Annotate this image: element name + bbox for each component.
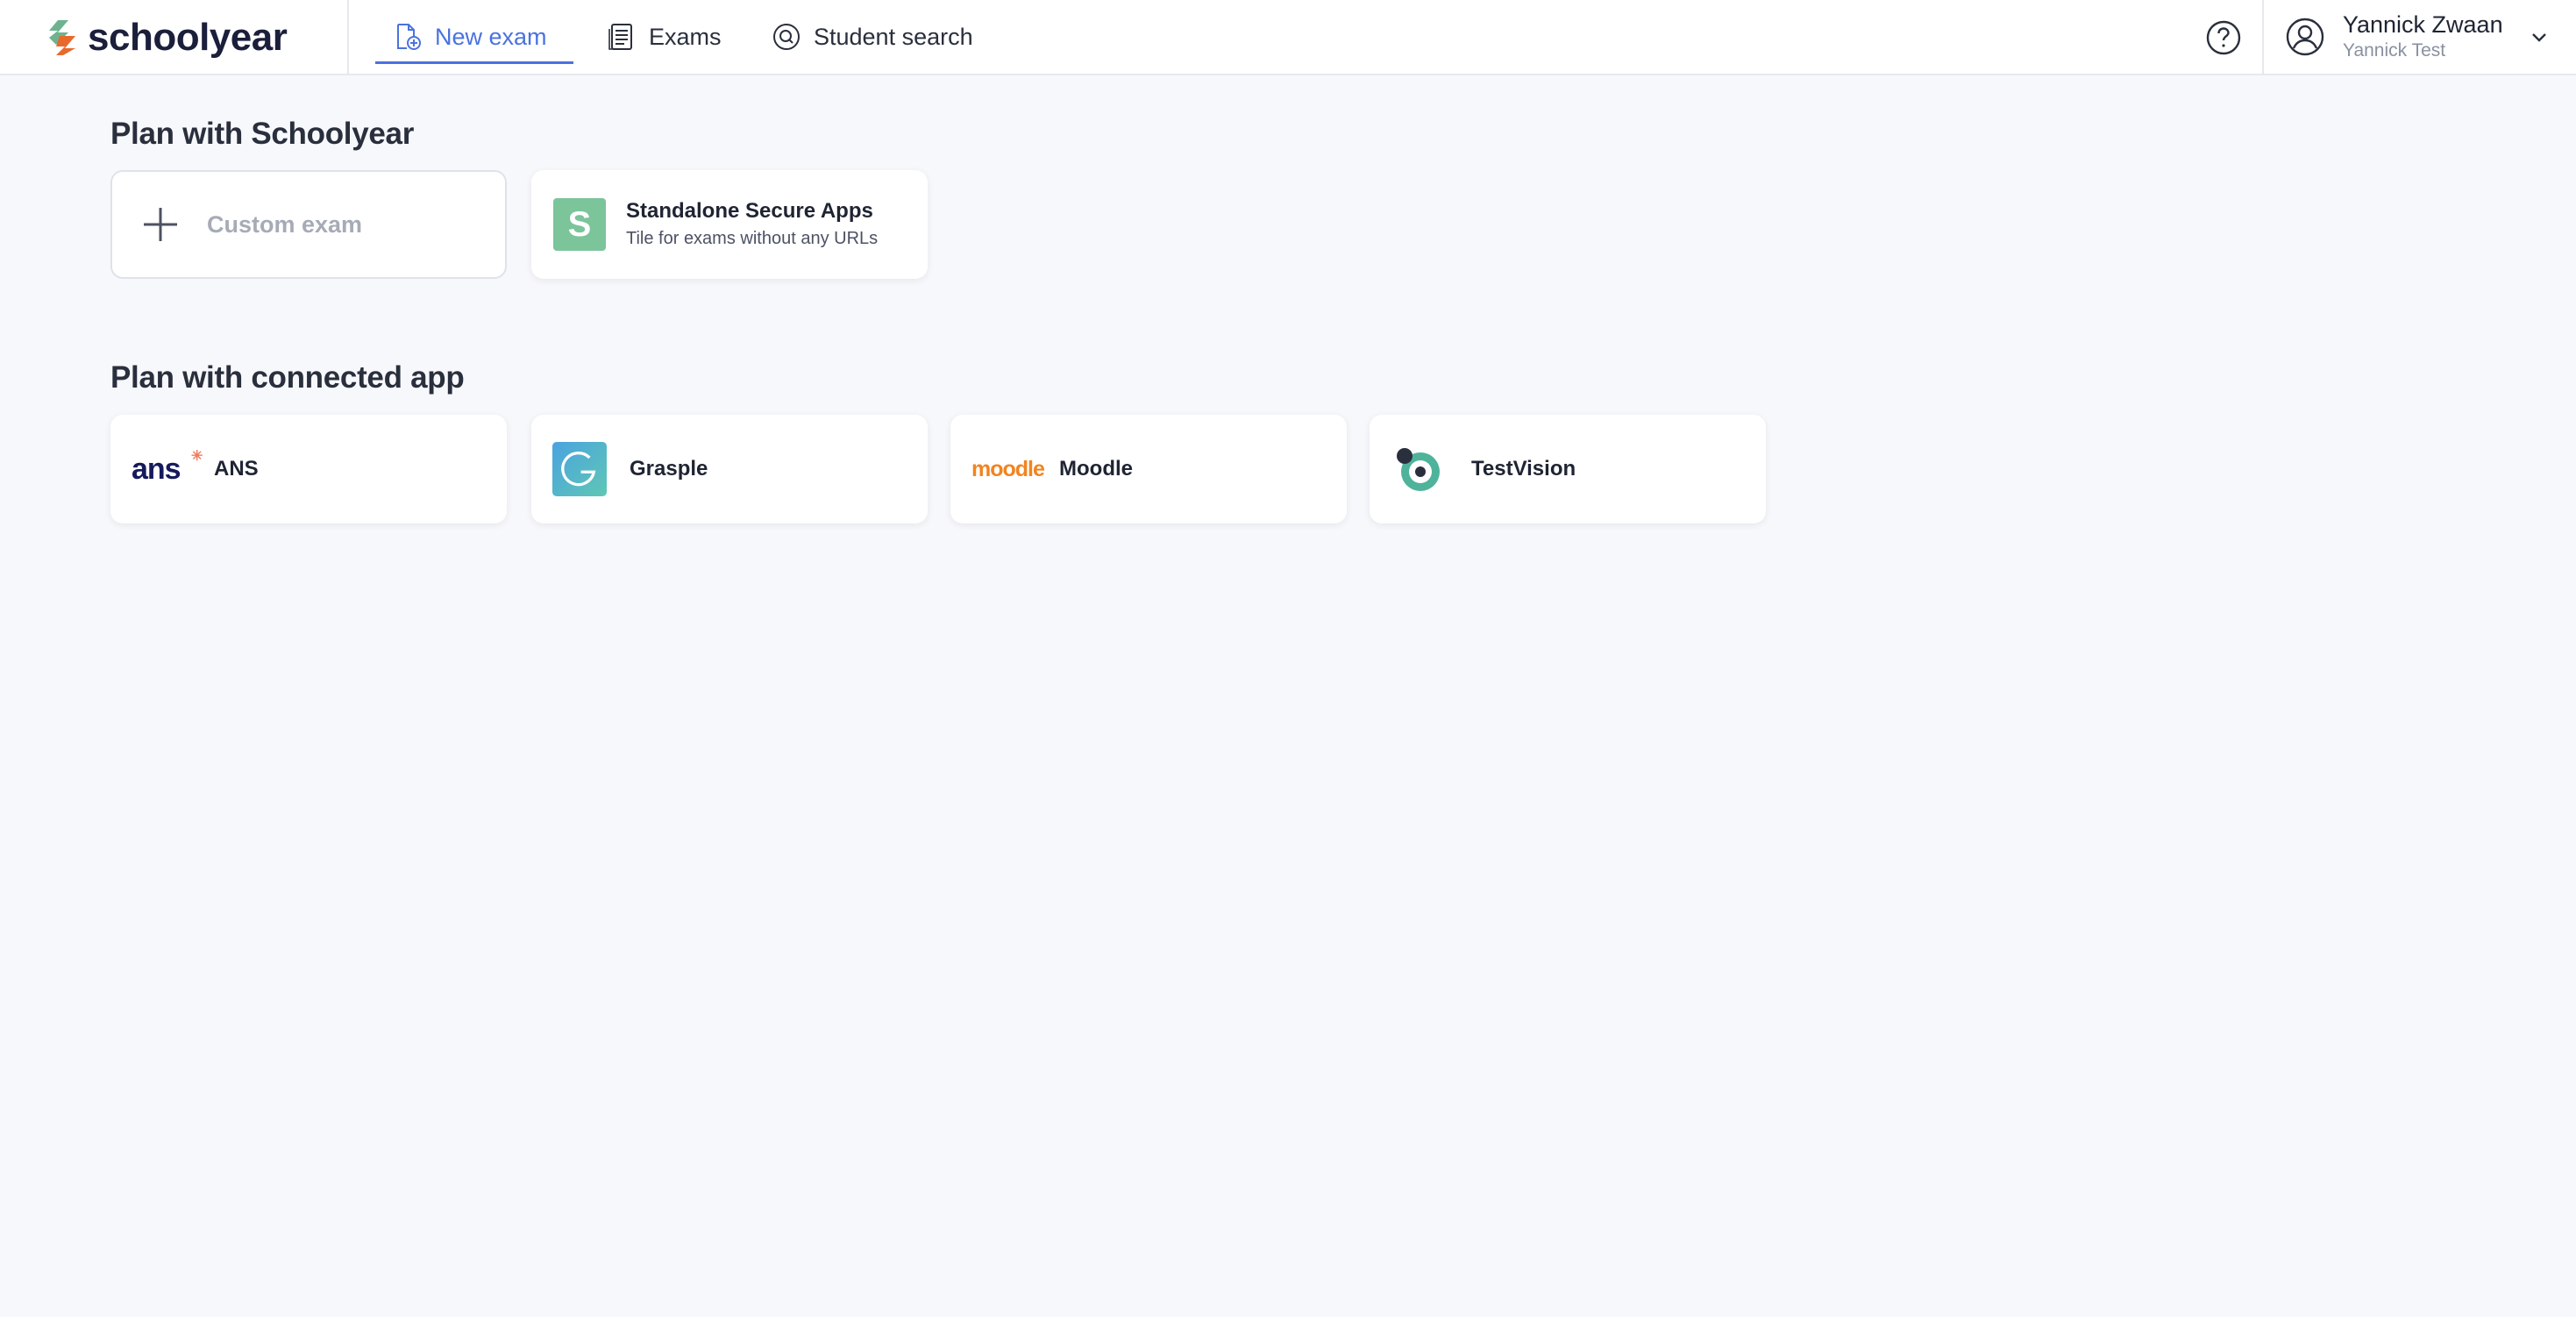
- schoolyear-logo-mark-icon: [49, 20, 75, 55]
- nav-student-search-label: Student search: [814, 23, 973, 50]
- ans-tile[interactable]: ans ✳ ANS: [110, 415, 507, 523]
- nav-exams[interactable]: Exams: [607, 0, 722, 74]
- custom-exam-label: Custom exam: [207, 210, 363, 238]
- custom-exam-tile[interactable]: Custom exam: [110, 170, 507, 279]
- nav-divider: [347, 0, 349, 74]
- nav-new-exam-label: New exam: [435, 23, 547, 50]
- section-title-schoolyear: Plan with Schoolyear: [110, 117, 415, 151]
- moodle-label: Moodle: [1059, 457, 1133, 481]
- brand-name: schoolyear: [88, 16, 288, 59]
- standalone-apps-title: Standalone Secure Apps: [626, 199, 873, 223]
- nav-active-underline: [375, 61, 573, 64]
- help-icon[interactable]: [2204, 18, 2243, 57]
- standalone-apps-subtitle: Tile for exams without any URLs: [626, 229, 879, 248]
- exams-list-icon: [608, 24, 632, 50]
- chevron-down-icon[interactable]: [2529, 26, 2550, 47]
- grasple-logo-icon: [552, 442, 607, 496]
- standalone-secure-apps-tile[interactable]: S Standalone Secure Apps Tile for exams …: [531, 170, 928, 279]
- schoolyear-logo[interactable]: schoolyear: [46, 16, 288, 60]
- nav-exams-label: Exams: [649, 23, 722, 50]
- standalone-apps-badge-icon: S: [552, 197, 607, 252]
- user-avatar-icon: [2286, 18, 2324, 56]
- section-title-connected: Plan with connected app: [110, 360, 465, 395]
- student-search-icon: [773, 24, 800, 50]
- user-name: Yannick Zwaan: [2343, 11, 2503, 38]
- moodle-tile[interactable]: moodle Moodle: [950, 415, 1347, 523]
- nav-student-search[interactable]: Student search: [772, 0, 973, 74]
- user-menu[interactable]: Yannick Zwaan Yannick Test: [2283, 0, 2576, 74]
- grasple-tile[interactable]: Grasple: [531, 415, 928, 523]
- ans-logo-icon: ans ✳: [132, 448, 203, 486]
- testvision-label: TestVision: [1471, 457, 1576, 481]
- testvision-tile[interactable]: TestVision: [1370, 415, 1766, 523]
- new-exam-icon: [397, 24, 421, 50]
- moodle-logo-icon: moodle: [971, 456, 1045, 481]
- grasple-label: Grasple: [630, 457, 708, 481]
- testvision-logo-icon: [1391, 442, 1445, 496]
- top-bar: schoolyear New exam Exams Student search: [0, 0, 2576, 75]
- user-org: Yannick Test: [2343, 40, 2446, 61]
- ans-label: ANS: [214, 457, 259, 481]
- plus-icon: [133, 197, 188, 252]
- user-divider: [2262, 0, 2264, 74]
